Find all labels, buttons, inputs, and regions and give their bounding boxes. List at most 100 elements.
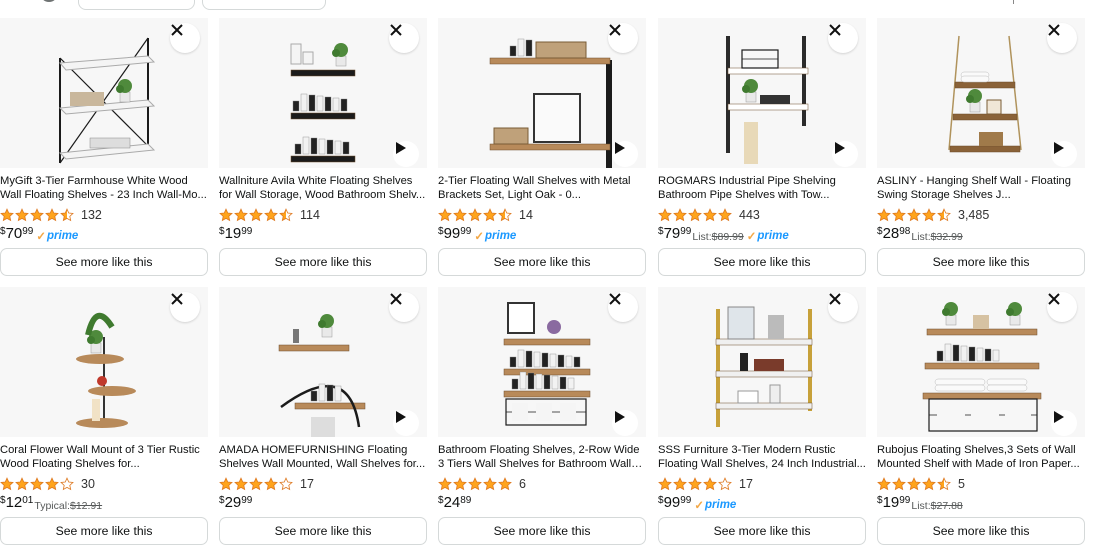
product-image[interactable]	[0, 287, 208, 437]
star-rating	[877, 208, 952, 222]
prime-check-icon: ✓	[36, 231, 47, 243]
play-video-button[interactable]	[612, 141, 638, 167]
price-fraction: 99	[241, 226, 253, 237]
price-fraction: 98	[899, 226, 911, 237]
product-title-link[interactable]: ASLINY - Hanging Shelf Wall - Floating S…	[877, 174, 1085, 202]
product-rating[interactable]: 17	[658, 476, 753, 492]
product-title-link[interactable]: Bathroom Floating Shelves, 2-Row Wide 3 …	[438, 443, 646, 471]
product-price: $ 19 99 List:$27.88	[877, 495, 963, 513]
product-image[interactable]	[658, 18, 866, 168]
product-rating[interactable]: 30	[0, 476, 95, 492]
refresh-icon[interactable]	[40, 0, 58, 2]
prime-badge: ✓ prime	[36, 230, 79, 243]
filter-field-partial[interactable]	[202, 0, 326, 10]
see-more-like-this-button[interactable]: See more like this	[438, 248, 646, 276]
product-card[interactable]: AMADA HOMEFURNISHING Floating Shelves Wa…	[219, 287, 427, 547]
product-image[interactable]	[219, 18, 427, 168]
dismiss-button[interactable]	[1047, 23, 1077, 53]
product-title: Bathroom Floating Shelves, 2-Row Wide 3 …	[438, 444, 640, 470]
dismiss-button[interactable]	[170, 23, 200, 53]
review-count: 14	[519, 208, 533, 222]
product-title: 2-Tier Floating Wall Shelves with Metal …	[438, 175, 631, 201]
product-rating[interactable]: 5	[877, 476, 965, 492]
product-card[interactable]: SSS Furniture 3-Tier Modern Rustic Float…	[658, 287, 866, 547]
product-title-link[interactable]: Rubojus Floating Shelves,3 Sets of Wall …	[877, 443, 1085, 471]
star-icon	[438, 208, 452, 222]
play-video-button[interactable]	[393, 141, 419, 167]
dismiss-button[interactable]	[170, 292, 200, 322]
product-title-link[interactable]: 2-Tier Floating Wall Shelves with Metal …	[438, 174, 646, 202]
see-more-like-this-button[interactable]: See more like this	[0, 248, 208, 276]
dismiss-button[interactable]	[828, 23, 858, 53]
product-card[interactable]: ROGMARS Industrial Pipe Shelving Bathroo…	[658, 18, 866, 278]
product-card[interactable]: Coral Flower Wall Mount of 3 Tier Rustic…	[0, 287, 208, 547]
prime-badge: ✓ prime	[694, 499, 737, 512]
product-title-link[interactable]: Coral Flower Wall Mount of 3 Tier Rustic…	[0, 443, 208, 471]
review-count: 5	[958, 477, 965, 491]
star-rating	[219, 477, 294, 491]
dismiss-button[interactable]	[389, 292, 419, 322]
see-more-like-this-button[interactable]: See more like this	[219, 248, 427, 276]
product-image[interactable]	[658, 287, 866, 437]
dismiss-button[interactable]	[1047, 292, 1077, 322]
product-title-link[interactable]: Wallniture Avila White Floating Shelves …	[219, 174, 427, 202]
list-price-label: List:$32.99	[911, 231, 963, 243]
see-more-like-this-button[interactable]: See more like this	[0, 517, 208, 545]
see-more-like-this-button[interactable]: See more like this	[877, 248, 1085, 276]
product-rating[interactable]: 443	[658, 207, 760, 223]
price-fraction: 99	[899, 495, 911, 506]
product-title-link[interactable]: SSS Furniture 3-Tier Modern Rustic Float…	[658, 443, 866, 471]
review-count: 114	[300, 208, 320, 222]
prime-check-icon: ✓	[474, 231, 485, 243]
star-icon	[60, 477, 74, 491]
dismiss-button[interactable]	[608, 292, 638, 322]
product-image[interactable]	[0, 18, 208, 168]
product-rating[interactable]: 14	[438, 207, 533, 223]
product-title-link[interactable]: AMADA HOMEFURNISHING Floating Shelves Wa…	[219, 443, 427, 471]
product-card[interactable]: Bathroom Floating Shelves, 2-Row Wide 3 …	[438, 287, 646, 547]
product-title-link[interactable]: ROGMARS Industrial Pipe Shelving Bathroo…	[658, 174, 866, 202]
product-rating[interactable]: 3,485	[877, 207, 989, 223]
product-rating[interactable]: 6	[438, 476, 526, 492]
play-video-button[interactable]	[393, 410, 419, 436]
product-rating[interactable]: 114	[219, 207, 320, 223]
product-image[interactable]	[877, 18, 1085, 168]
play-video-button[interactable]	[612, 410, 638, 436]
dismiss-button[interactable]	[608, 23, 638, 53]
see-more-like-this-button[interactable]: See more like this	[658, 248, 866, 276]
see-more-like-this-button[interactable]: See more like this	[658, 517, 866, 545]
star-icon	[907, 477, 921, 491]
dismiss-button[interactable]	[389, 23, 419, 53]
product-image[interactable]	[877, 287, 1085, 437]
product-card[interactable]: MyGift 3-Tier Farmhouse White Wood Wall …	[0, 18, 208, 278]
product-image[interactable]	[438, 18, 646, 168]
product-title-link[interactable]: MyGift 3-Tier Farmhouse White Wood Wall …	[0, 174, 208, 202]
star-icon	[15, 477, 29, 491]
product-card[interactable]: Wallniture Avila White Floating Shelves …	[219, 18, 427, 278]
star-rating	[877, 477, 952, 491]
play-video-button[interactable]	[1051, 141, 1077, 167]
star-icon	[468, 208, 482, 222]
product-image[interactable]	[219, 287, 427, 437]
see-more-like-this-button[interactable]: See more like this	[438, 517, 646, 545]
list-price: $27.88	[930, 500, 963, 512]
product-card[interactable]: 2-Tier Floating Wall Shelves with Metal …	[438, 18, 646, 278]
star-rating	[438, 208, 513, 222]
see-more-like-this-button[interactable]: See more like this	[877, 517, 1085, 545]
product-card[interactable]: ASLINY - Hanging Shelf Wall - Floating S…	[877, 18, 1085, 278]
star-icon	[279, 477, 293, 491]
play-video-button[interactable]	[832, 141, 858, 167]
dismiss-button[interactable]	[828, 292, 858, 322]
price-whole: 79	[663, 225, 681, 242]
see-more-like-this-button[interactable]: See more like this	[219, 517, 427, 545]
product-image[interactable]	[438, 287, 646, 437]
play-video-button[interactable]	[1051, 410, 1077, 436]
product-rating[interactable]: 17	[219, 476, 314, 492]
product-rating[interactable]: 132	[0, 207, 102, 223]
star-icon	[60, 208, 74, 222]
star-icon	[0, 477, 14, 491]
product-card[interactable]: Rubojus Floating Shelves,3 Sets of Wall …	[877, 287, 1085, 547]
star-icon	[219, 208, 233, 222]
price-whole: 19	[882, 494, 900, 511]
search-field-partial[interactable]	[78, 0, 195, 10]
